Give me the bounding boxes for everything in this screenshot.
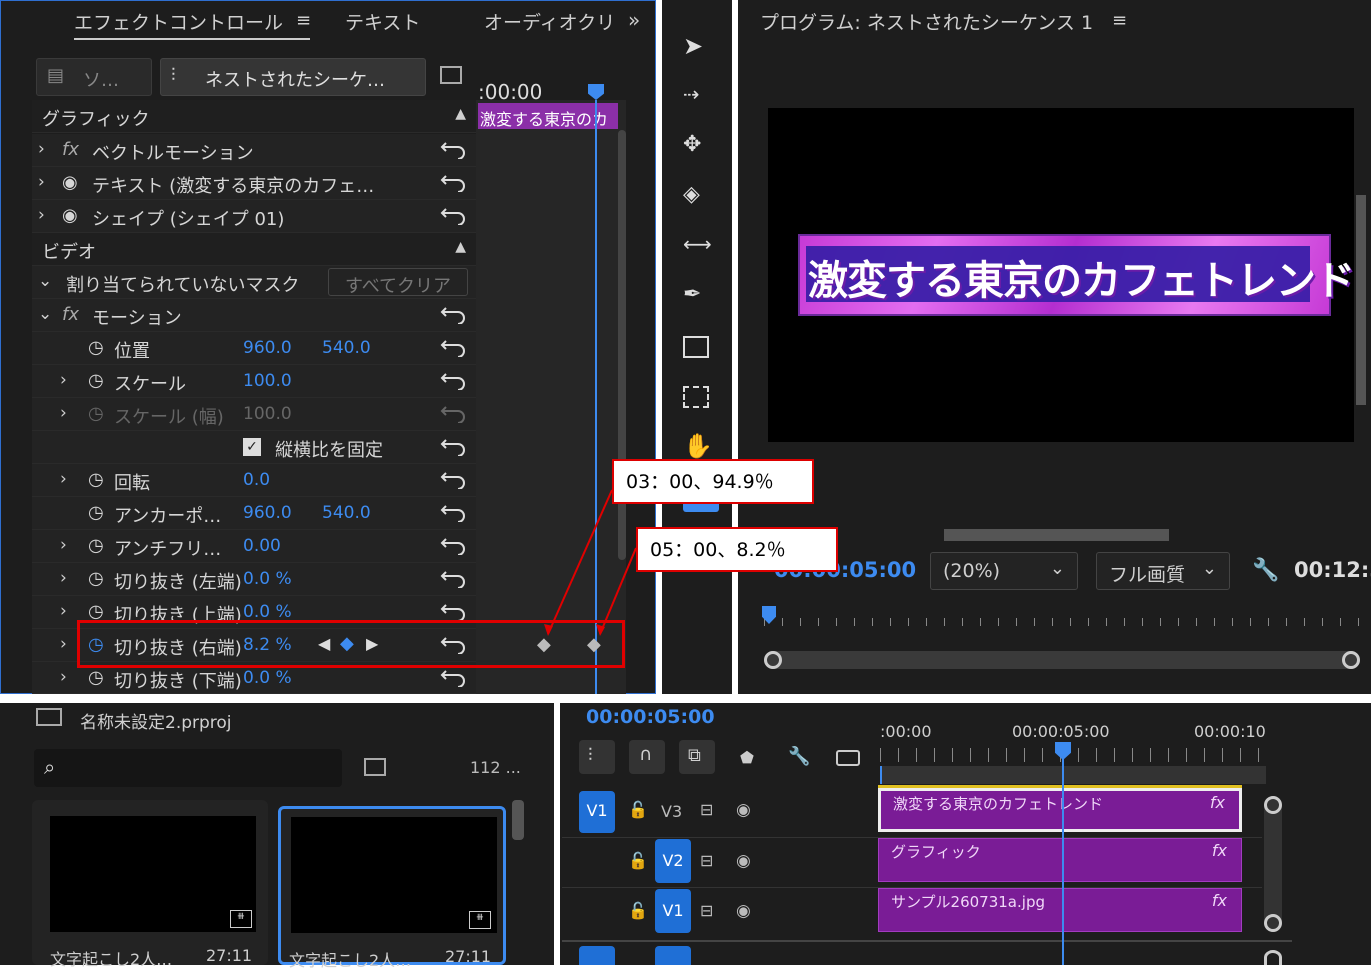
track-label-v1[interactable]: V1 (655, 889, 691, 933)
lock-icon[interactable]: 🔓 (628, 800, 648, 819)
timeline-v-scrollbar[interactable] (1264, 796, 1282, 932)
scroll-handle-top[interactable] (1264, 796, 1282, 814)
sequence-badge-icon: ⧻ (469, 911, 491, 929)
nest-icon: ⫶ (588, 745, 593, 766)
project-item-1[interactable]: ⧻ 文字起こし2人… 27:11 (32, 800, 268, 969)
audio-scroll-handle[interactable] (1264, 950, 1282, 965)
audio-track-header[interactable] (579, 946, 615, 965)
captions-icon[interactable] (836, 750, 860, 766)
timeline-ruler[interactable] (880, 748, 1268, 762)
eye-icon[interactable]: ◉ (736, 800, 751, 820)
lock-icon[interactable]: 🔓 (628, 901, 648, 920)
sync-lock-icon[interactable]: ⊟ (700, 901, 713, 920)
search-input[interactable]: ⌕ (34, 749, 342, 787)
track-label-v2[interactable]: V2 (655, 839, 691, 883)
ruler-label-10: 00:00:10 (1194, 722, 1266, 741)
link-icon: ⧉ (688, 745, 701, 766)
snap-button[interactable]: ∩ (629, 740, 665, 774)
sequence-badge-icon: ⧻ (230, 910, 252, 928)
audio-track-header[interactable] (655, 946, 691, 965)
ruler-label-5: 00:00:05:00 (1012, 722, 1110, 741)
clip-v2[interactable]: グラフィック fx (878, 838, 1242, 882)
linked-select-button[interactable]: ⧉ (679, 740, 715, 774)
track-divider (562, 940, 1292, 942)
work-area-in (880, 766, 882, 784)
scroll-handle-bottom[interactable] (1264, 914, 1282, 932)
nest-toggle-button[interactable]: ⫶ (579, 740, 615, 774)
marker-icon[interactable]: ⬟ (740, 748, 754, 767)
search-icon: ⌕ (44, 755, 56, 779)
timeline-timecode[interactable]: 00:00:05:00 (586, 706, 715, 728)
thumbnail (291, 817, 497, 933)
clip-v1[interactable]: サンプル260731a.jpg fx (878, 888, 1242, 932)
item-count: 112 ... (470, 758, 521, 777)
clip-v3[interactable]: 激変する東京のカフェトレンド fx (878, 788, 1242, 832)
project-scrollbar[interactable] (512, 800, 524, 840)
folder-icon (36, 708, 62, 726)
sync-lock-icon[interactable]: ⊟ (700, 800, 713, 819)
eye-icon[interactable]: ◉ (736, 851, 751, 871)
eye-icon[interactable]: ◉ (736, 901, 751, 921)
project-name: 名称未設定2.prproj (80, 713, 232, 733)
track-label-v3[interactable]: V3 (661, 802, 682, 821)
new-bin-icon[interactable] (364, 758, 386, 776)
project-item-2[interactable]: ⧻ 文字起こし2人… 27:11 (278, 806, 506, 970)
magnet-icon: ∩ (639, 744, 653, 765)
ruler-label-0: :00:00 (880, 722, 932, 741)
lock-icon[interactable]: 🔓 (628, 851, 648, 870)
wrench-icon[interactable]: 🔧 (788, 746, 810, 767)
work-area-bar[interactable] (880, 766, 1266, 784)
sync-lock-icon[interactable]: ⊟ (700, 851, 713, 870)
thumbnail (50, 816, 256, 932)
timeline-playhead-line (1062, 758, 1064, 965)
source-patch-v1[interactable]: V1 (579, 791, 615, 833)
